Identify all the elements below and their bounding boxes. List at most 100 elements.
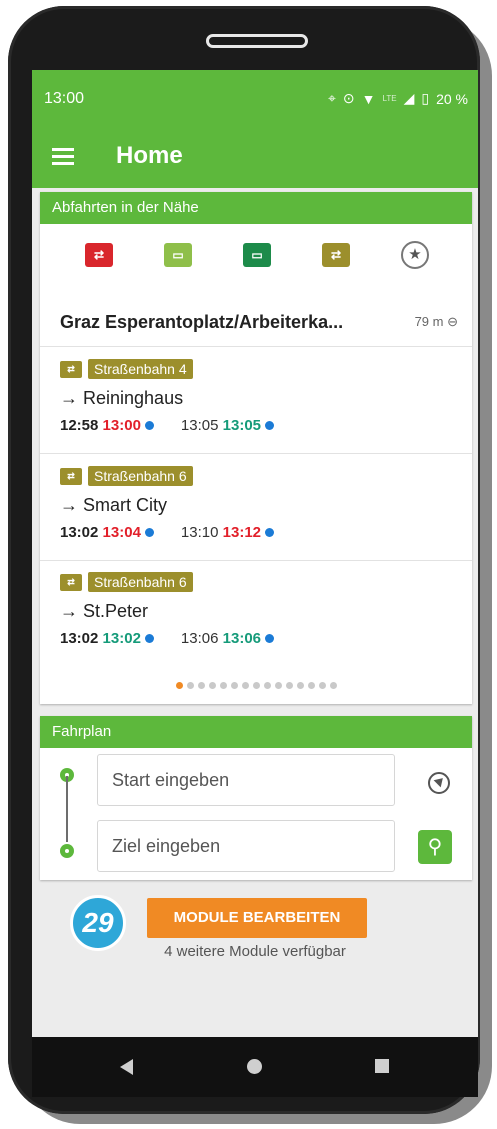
- page-dot[interactable]: [318, 682, 326, 689]
- stop-row[interactable]: Graz Esperantoplatz/Arbeiterka... 79 m ⊖: [40, 296, 472, 347]
- page-title: Home: [116, 142, 183, 169]
- wifi-icon: ▼: [361, 90, 376, 107]
- app-bar: Home: [32, 126, 478, 188]
- stop-name: Graz Esperantoplatz/Arbeiterka...: [60, 312, 344, 332]
- distance-value: 79 m: [414, 314, 444, 329]
- page-dot[interactable]: [296, 682, 304, 689]
- page-dot[interactable]: [175, 682, 183, 689]
- scheduled-time: 13:06: [180, 630, 219, 647]
- page-dot[interactable]: [186, 682, 194, 689]
- favorites-star-icon[interactable]: ★: [400, 240, 430, 270]
- realtime-time: 13:06: [222, 630, 262, 647]
- planner-header: Fahrplan: [40, 716, 472, 748]
- realtime-time: 13:00: [102, 417, 141, 434]
- location-icon: ⌖: [328, 90, 336, 106]
- annotation-badge: 29: [70, 895, 126, 951]
- sync-icon: ⊙: [342, 90, 355, 106]
- walk-direction-icon: ⊖: [447, 314, 458, 329]
- train-mode-icon[interactable]: ⇄: [84, 240, 114, 270]
- route-line: [66, 776, 68, 842]
- status-time: 13:00: [44, 90, 85, 107]
- destination: → Reininghaus: [60, 388, 184, 408]
- realtime-icon: [265, 528, 275, 538]
- network-type-label: LTE: [382, 94, 397, 103]
- stop-distance: 79 m ⊖: [415, 314, 458, 330]
- departure-row[interactable]: ⇄ Straßenbahn 6 → Smart City 13:02 13:04 1…: [40, 454, 472, 561]
- departure-row[interactable]: ⇄ Straßenbahn 4 → Reininghaus 12:58 13:00…: [40, 347, 472, 454]
- edit-modules-button[interactable]: MODULE BEARBEITEN: [147, 898, 367, 938]
- start-input[interactable]: [98, 755, 394, 805]
- line-info: ⇄ Straßenbahn 6: [60, 466, 193, 486]
- battery-icon: ▯: [421, 90, 430, 106]
- realtime-time: 13:02: [102, 630, 141, 647]
- search-button[interactable]: ⚲: [418, 830, 452, 864]
- destination: → St.Peter: [60, 601, 149, 621]
- train-mode-glyph: ⇄: [85, 243, 113, 267]
- realtime-time: 13:05: [222, 417, 262, 434]
- nearby-departures-card: Abfahrten in der Nähe ⇄ ▭ ▭ ⇄ ★ Graz Esp…: [40, 192, 472, 704]
- departure-times: 13:02 13:02 13:06 13:06: [60, 630, 277, 647]
- status-icons: ⌖ ⊙ ▼ LTE ◢ ▯ 20 %: [328, 90, 468, 107]
- back-icon[interactable]: [120, 1059, 133, 1075]
- realtime-time: 13:12: [222, 524, 262, 541]
- search-icon: ⚲: [427, 836, 443, 858]
- home-icon[interactable]: [247, 1059, 262, 1074]
- scheduled-time: 13:02: [60, 524, 99, 541]
- page-dot[interactable]: [307, 682, 315, 689]
- regional-bus-mode-glyph: ▭: [243, 243, 271, 267]
- page-dot[interactable]: [241, 682, 249, 689]
- page-dot[interactable]: [274, 682, 282, 689]
- locate-me-icon[interactable]: [428, 772, 450, 794]
- scheduled-time: 13:05: [180, 417, 219, 434]
- recent-apps-icon[interactable]: [375, 1059, 389, 1073]
- nearby-header: Abfahrten in der Nähe: [40, 192, 472, 224]
- page-dot[interactable]: [230, 682, 238, 689]
- journey-planner-card: Fahrplan ⚲: [40, 716, 472, 880]
- realtime-icon: [144, 421, 154, 431]
- tram-icon: ⇄: [60, 467, 82, 485]
- scheduled-time: 13:02: [60, 630, 99, 647]
- realtime-icon: [144, 634, 154, 644]
- page-indicator[interactable]: [40, 676, 472, 694]
- line-badge: Straßenbahn 4: [88, 359, 193, 379]
- app-screen: 13:00 ⌖ ⊙ ▼ LTE ◢ ▯ 20 % Home Abfahrten …: [32, 70, 478, 1037]
- departure-row[interactable]: ⇄ Straßenbahn 6 → St.Peter 13:02 13:02 13:…: [40, 560, 472, 666]
- page-dot[interactable]: [197, 682, 205, 689]
- line-badge: Straßenbahn 6: [88, 572, 193, 592]
- scheduled-time: 13:10: [180, 524, 219, 541]
- line-info: ⇄ Straßenbahn 4: [60, 359, 193, 379]
- scheduled-time: 12:58: [60, 417, 99, 434]
- bus-mode-glyph: ▭: [164, 243, 192, 267]
- signal-icon: ◢: [403, 90, 415, 106]
- destination-pin-icon: [60, 844, 74, 858]
- tram-icon: ⇄: [60, 573, 82, 591]
- star-icon: ★: [401, 241, 429, 269]
- page-dot[interactable]: [285, 682, 293, 689]
- realtime-time: 13:04: [102, 524, 141, 541]
- hamburger-menu-icon[interactable]: [52, 148, 74, 166]
- realtime-icon: [144, 528, 154, 538]
- tram-mode-icon[interactable]: ⇄: [321, 240, 351, 270]
- page-dot[interactable]: [252, 682, 260, 689]
- page-dot[interactable]: [329, 682, 337, 689]
- line-info: ⇄ Straßenbahn 6: [60, 572, 193, 592]
- tram-mode-glyph: ⇄: [322, 243, 350, 267]
- regional-bus-mode-icon[interactable]: ▭: [242, 240, 272, 270]
- system-nav-bar: [32, 1037, 478, 1097]
- line-badge: Straßenbahn 6: [88, 466, 193, 486]
- destination-field[interactable]: [97, 820, 395, 872]
- tram-icon: ⇄: [60, 360, 82, 378]
- status-bar: 13:00 ⌖ ⊙ ▼ LTE ◢ ▯ 20 %: [32, 70, 478, 126]
- departure-times: 12:58 13:00 13:05 13:05: [60, 417, 277, 434]
- destination: → Smart City: [60, 495, 168, 515]
- bus-mode-icon[interactable]: ▭: [163, 240, 193, 270]
- page-dot[interactable]: [263, 682, 271, 689]
- destination-input[interactable]: [98, 821, 394, 871]
- departure-times: 13:02 13:04 13:10 13:12: [60, 524, 277, 541]
- page-dot[interactable]: [208, 682, 216, 689]
- page-dot[interactable]: [219, 682, 227, 689]
- transport-mode-filter: ⇄ ▭ ▭ ⇄ ★: [40, 232, 472, 278]
- realtime-icon: [265, 634, 275, 644]
- battery-level: 20 %: [436, 90, 468, 107]
- start-field[interactable]: [97, 754, 395, 806]
